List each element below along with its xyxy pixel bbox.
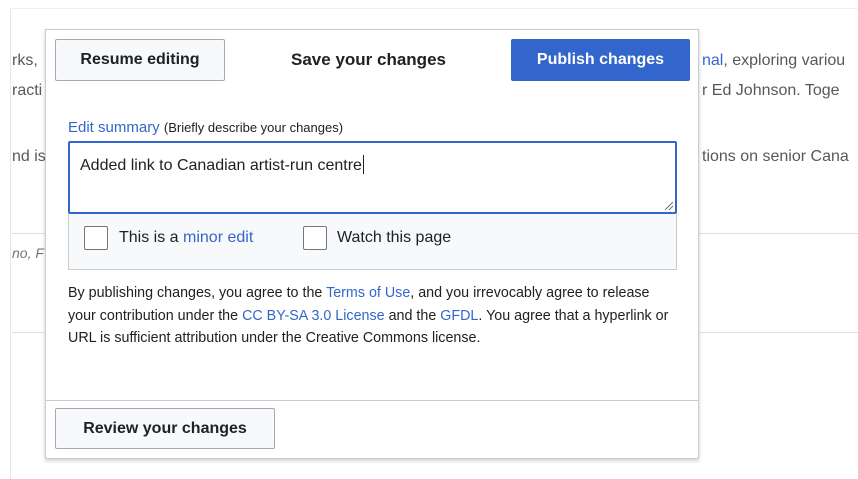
resize-grip-icon[interactable]	[665, 202, 673, 210]
review-changes-button[interactable]: Review your changes	[55, 408, 275, 449]
text-caret	[362, 155, 364, 174]
article-link[interactable]: nal	[702, 52, 723, 69]
minor-edit-label[interactable]: This is a minor edit	[119, 229, 253, 247]
minor-edit-prefix: This is a	[119, 229, 184, 246]
license-text: and the	[384, 307, 441, 324]
article-line-2-right: r Ed Johnson. Toge	[702, 82, 840, 99]
edit-summary-value: Added link to Canadian artist-run centre	[80, 157, 362, 174]
watch-page-checkbox[interactable]	[303, 226, 327, 250]
watch-page-label[interactable]: Watch this page	[337, 229, 451, 247]
article-line-3-left: nd is	[12, 148, 46, 165]
license-text: By publishing changes, you agree to the	[68, 285, 327, 301]
article-line-3-right: tions on senior Cana	[702, 148, 849, 165]
article-line-1-right: nal, exploring variou	[702, 52, 845, 70]
page-border-top	[10, 8, 858, 9]
terms-of-use-link[interactable]: Terms of Use	[326, 285, 410, 301]
article-line-2-left: racti	[12, 82, 43, 99]
article-text: , exploring variou	[723, 52, 846, 69]
save-dialog: Resume editing Save your changes Publish…	[45, 29, 699, 459]
cc-license-link[interactable]: CC BY-SA 3.0 License	[242, 308, 385, 324]
minor-edit-checkbox[interactable]	[84, 226, 108, 250]
page-border	[10, 8, 11, 479]
edit-options-row: This is a minor edit Watch this page	[68, 214, 677, 270]
article-divider	[699, 332, 858, 333]
edit-summary-hint: (Briefly describe your changes)	[163, 120, 344, 135]
article-line-1-left: rks,	[12, 52, 38, 69]
article-divider	[699, 233, 858, 234]
article-divider	[12, 233, 45, 234]
gfdl-link[interactable]: GFDL	[440, 308, 478, 324]
dialog-footer-divider	[46, 400, 698, 401]
edit-summary-link[interactable]: Edit summary	[68, 119, 160, 136]
edit-summary-input[interactable]: Added link to Canadian artist-run centre	[68, 141, 677, 214]
article-caption: no, F	[12, 245, 44, 261]
minor-edit-link[interactable]: minor edit	[183, 229, 253, 246]
license-notice: By publishing changes, you agree to the …	[68, 282, 680, 350]
dialog-header: Resume editing Save your changes Publish…	[46, 30, 698, 90]
dialog-title: Save your changes	[291, 50, 446, 69]
edit-summary-label: Edit summary (Briefly describe your chan…	[68, 119, 343, 136]
publish-changes-button[interactable]: Publish changes	[511, 39, 690, 81]
resume-editing-button[interactable]: Resume editing	[55, 39, 225, 81]
article-divider	[12, 332, 45, 333]
